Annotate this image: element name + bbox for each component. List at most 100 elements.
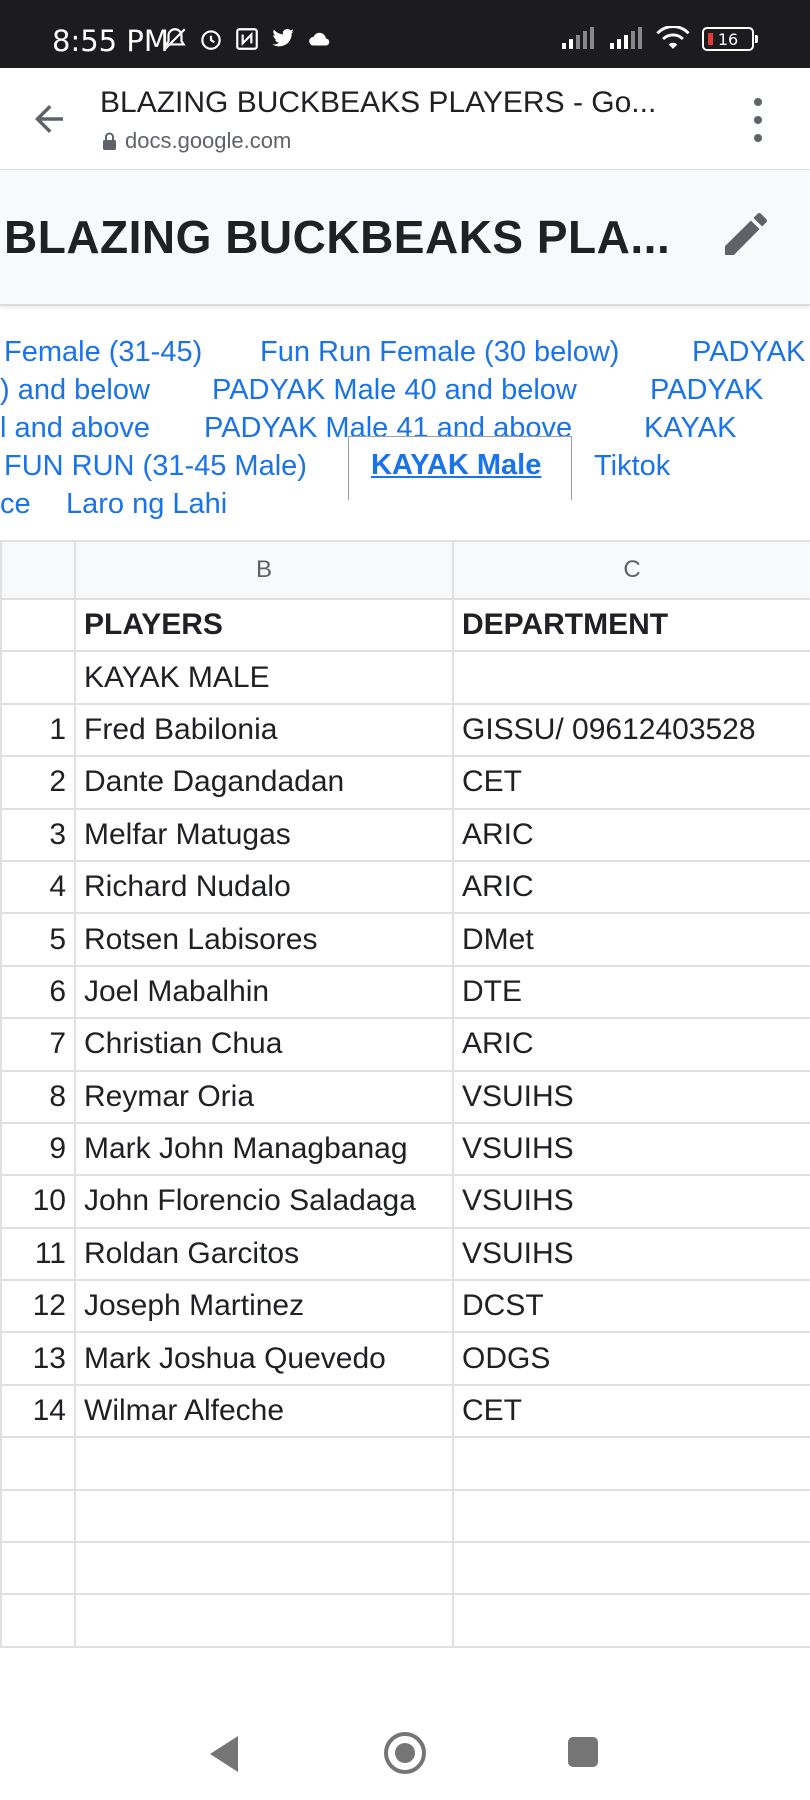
nav-back-icon[interactable] xyxy=(210,1736,238,1772)
row-number-cell[interactable]: 12 xyxy=(0,1279,76,1334)
row-number-cell[interactable]: 8 xyxy=(0,1069,76,1124)
player-cell[interactable]: Joseph Martinez xyxy=(74,1279,454,1334)
table-row xyxy=(0,1488,810,1544)
department-cell[interactable] xyxy=(452,1488,810,1544)
tab-kayak[interactable]: KAYAK xyxy=(644,412,736,445)
department-cell[interactable]: DEPARTMENT xyxy=(452,597,810,653)
row-number-cell[interactable] xyxy=(0,1488,76,1544)
column-header-a[interactable] xyxy=(0,540,76,600)
nav-home-icon[interactable] xyxy=(384,1732,426,1774)
row-number-cell[interactable]: 3 xyxy=(0,807,76,862)
tab-laro-ng-lahi[interactable]: Laro ng Lahi xyxy=(66,488,227,521)
department-cell[interactable]: ARIC xyxy=(452,859,810,915)
department-cell[interactable]: VSUIHS xyxy=(452,1226,810,1282)
tab-ce[interactable]: ce xyxy=(0,488,31,521)
tab-kayak-male[interactable]: KAYAK Male xyxy=(348,436,572,500)
overflow-menu-icon[interactable] xyxy=(746,98,770,142)
row-number-cell[interactable] xyxy=(0,1541,76,1596)
department-cell[interactable]: DMet xyxy=(452,912,810,967)
tab-padyak-male-40-below[interactable]: PADYAK Male 40 and below xyxy=(212,374,577,407)
tab-and-below[interactable]: ) and below xyxy=(0,374,150,407)
department-cell[interactable]: GISSU/ 09612403528 xyxy=(452,702,810,758)
player-cell[interactable] xyxy=(74,1436,454,1491)
department-cell[interactable]: ODGS xyxy=(452,1331,810,1386)
tab-and-above[interactable]: l and above xyxy=(0,412,150,445)
player-cell[interactable]: Roldan Garcitos xyxy=(74,1226,454,1282)
status-bar: 8:55 PM 16 xyxy=(0,0,810,68)
navigation-bar xyxy=(0,1700,810,1800)
row-number-cell[interactable]: 9 xyxy=(0,1121,76,1177)
tab-padyak-2[interactable]: PADYAK xyxy=(650,374,763,407)
row-number-cell[interactable] xyxy=(0,650,76,705)
status-icons-left xyxy=(162,26,334,52)
edit-pencil-icon[interactable] xyxy=(718,206,774,262)
table-row: 14 Wilmar Alfeche CET xyxy=(0,1383,810,1439)
table-row: KAYAK MALE xyxy=(0,650,810,705)
row-number-cell[interactable]: 13 xyxy=(0,1331,76,1386)
nav-recents-icon[interactable] xyxy=(568,1737,598,1767)
player-cell[interactable]: Mark Joshua Quevedo xyxy=(74,1331,454,1386)
row-number-cell[interactable] xyxy=(0,597,76,653)
table-row: 13 Mark Joshua Quevedo ODGS xyxy=(0,1331,810,1386)
player-cell[interactable]: KAYAK MALE xyxy=(74,650,454,705)
player-cell[interactable]: Fred Babilonia xyxy=(74,702,454,758)
player-cell[interactable]: John Florencio Saladaga xyxy=(74,1174,454,1229)
row-number-cell[interactable]: 11 xyxy=(0,1226,76,1282)
player-cell[interactable]: Rotsen Labisores xyxy=(74,912,454,967)
tab-female-31-45[interactable]: Female (31-45) xyxy=(4,336,202,369)
tab-fun-run-female-30-below[interactable]: Fun Run Female (30 below) xyxy=(260,336,619,369)
row-number-cell[interactable]: 10 xyxy=(0,1174,76,1229)
row-number-cell[interactable]: 2 xyxy=(0,755,76,810)
department-cell[interactable]: DTE xyxy=(452,964,810,1020)
tab-tiktok[interactable]: Tiktok xyxy=(594,450,670,483)
player-cell[interactable] xyxy=(74,1488,454,1544)
row-number-cell[interactable]: 6 xyxy=(0,964,76,1020)
player-cell[interactable]: Joel Mabalhin xyxy=(74,964,454,1020)
browser-header: BLAZING BUCKBEAKS PLAYERS - Go... docs.g… xyxy=(0,68,810,170)
table-row: 2 Dante Dagandadan CET xyxy=(0,755,810,810)
department-cell[interactable] xyxy=(452,1541,810,1596)
department-cell[interactable] xyxy=(452,650,810,705)
department-cell[interactable]: ARIC xyxy=(452,807,810,862)
row-number-cell[interactable]: 7 xyxy=(0,1017,76,1072)
status-time: 8:55 PM xyxy=(52,24,169,58)
table-row: 6 Joel Mabalhin DTE xyxy=(0,964,810,1020)
department-cell[interactable]: VSUIHS xyxy=(452,1174,810,1229)
lock-icon xyxy=(103,132,116,150)
player-cell[interactable]: Dante Dagandadan xyxy=(74,755,454,810)
row-number-cell[interactable]: 5 xyxy=(0,912,76,967)
player-cell[interactable]: Reymar Oria xyxy=(74,1069,454,1124)
twitter-icon xyxy=(272,28,294,47)
row-number-cell[interactable]: 1 xyxy=(0,702,76,758)
url-text: docs.google.com xyxy=(125,128,292,153)
player-cell[interactable]: Richard Nudalo xyxy=(74,859,454,915)
department-cell[interactable]: VSUIHS xyxy=(452,1069,810,1124)
player-cell[interactable] xyxy=(74,1593,454,1648)
column-header-b[interactable]: B xyxy=(74,540,454,600)
department-cell[interactable]: VSUIHS xyxy=(452,1121,810,1177)
row-number-cell[interactable]: 4 xyxy=(0,859,76,915)
player-cell[interactable]: Mark John Managbanag xyxy=(74,1121,454,1177)
department-cell[interactable]: CET xyxy=(452,755,810,810)
doc-title: BLAZING BUCKBEAKS PLA... xyxy=(4,211,671,263)
player-cell[interactable] xyxy=(74,1541,454,1596)
signal-icon xyxy=(562,27,594,49)
row-number-cell[interactable] xyxy=(0,1436,76,1491)
tab-padyak[interactable]: PADYAK xyxy=(692,336,805,369)
table-row: 3 Melfar Matugas ARIC xyxy=(0,807,810,862)
back-arrow-icon[interactable] xyxy=(28,98,70,140)
department-cell[interactable]: CET xyxy=(452,1383,810,1439)
tab-fun-run-31-45-male[interactable]: FUN RUN (31-45 Male) xyxy=(4,450,307,483)
player-cell[interactable]: Melfar Matugas xyxy=(74,807,454,862)
player-cell[interactable]: PLAYERS xyxy=(74,597,454,653)
player-cell[interactable]: Christian Chua xyxy=(74,1017,454,1072)
row-number-cell[interactable] xyxy=(0,1593,76,1648)
column-header-c[interactable]: C xyxy=(452,540,810,600)
department-cell[interactable]: ARIC xyxy=(452,1017,810,1072)
table-row xyxy=(0,1436,810,1491)
department-cell[interactable] xyxy=(452,1436,810,1491)
department-cell[interactable]: DCST xyxy=(452,1279,810,1334)
row-number-cell[interactable]: 14 xyxy=(0,1383,76,1439)
department-cell[interactable] xyxy=(452,1593,810,1648)
player-cell[interactable]: Wilmar Alfeche xyxy=(74,1383,454,1439)
